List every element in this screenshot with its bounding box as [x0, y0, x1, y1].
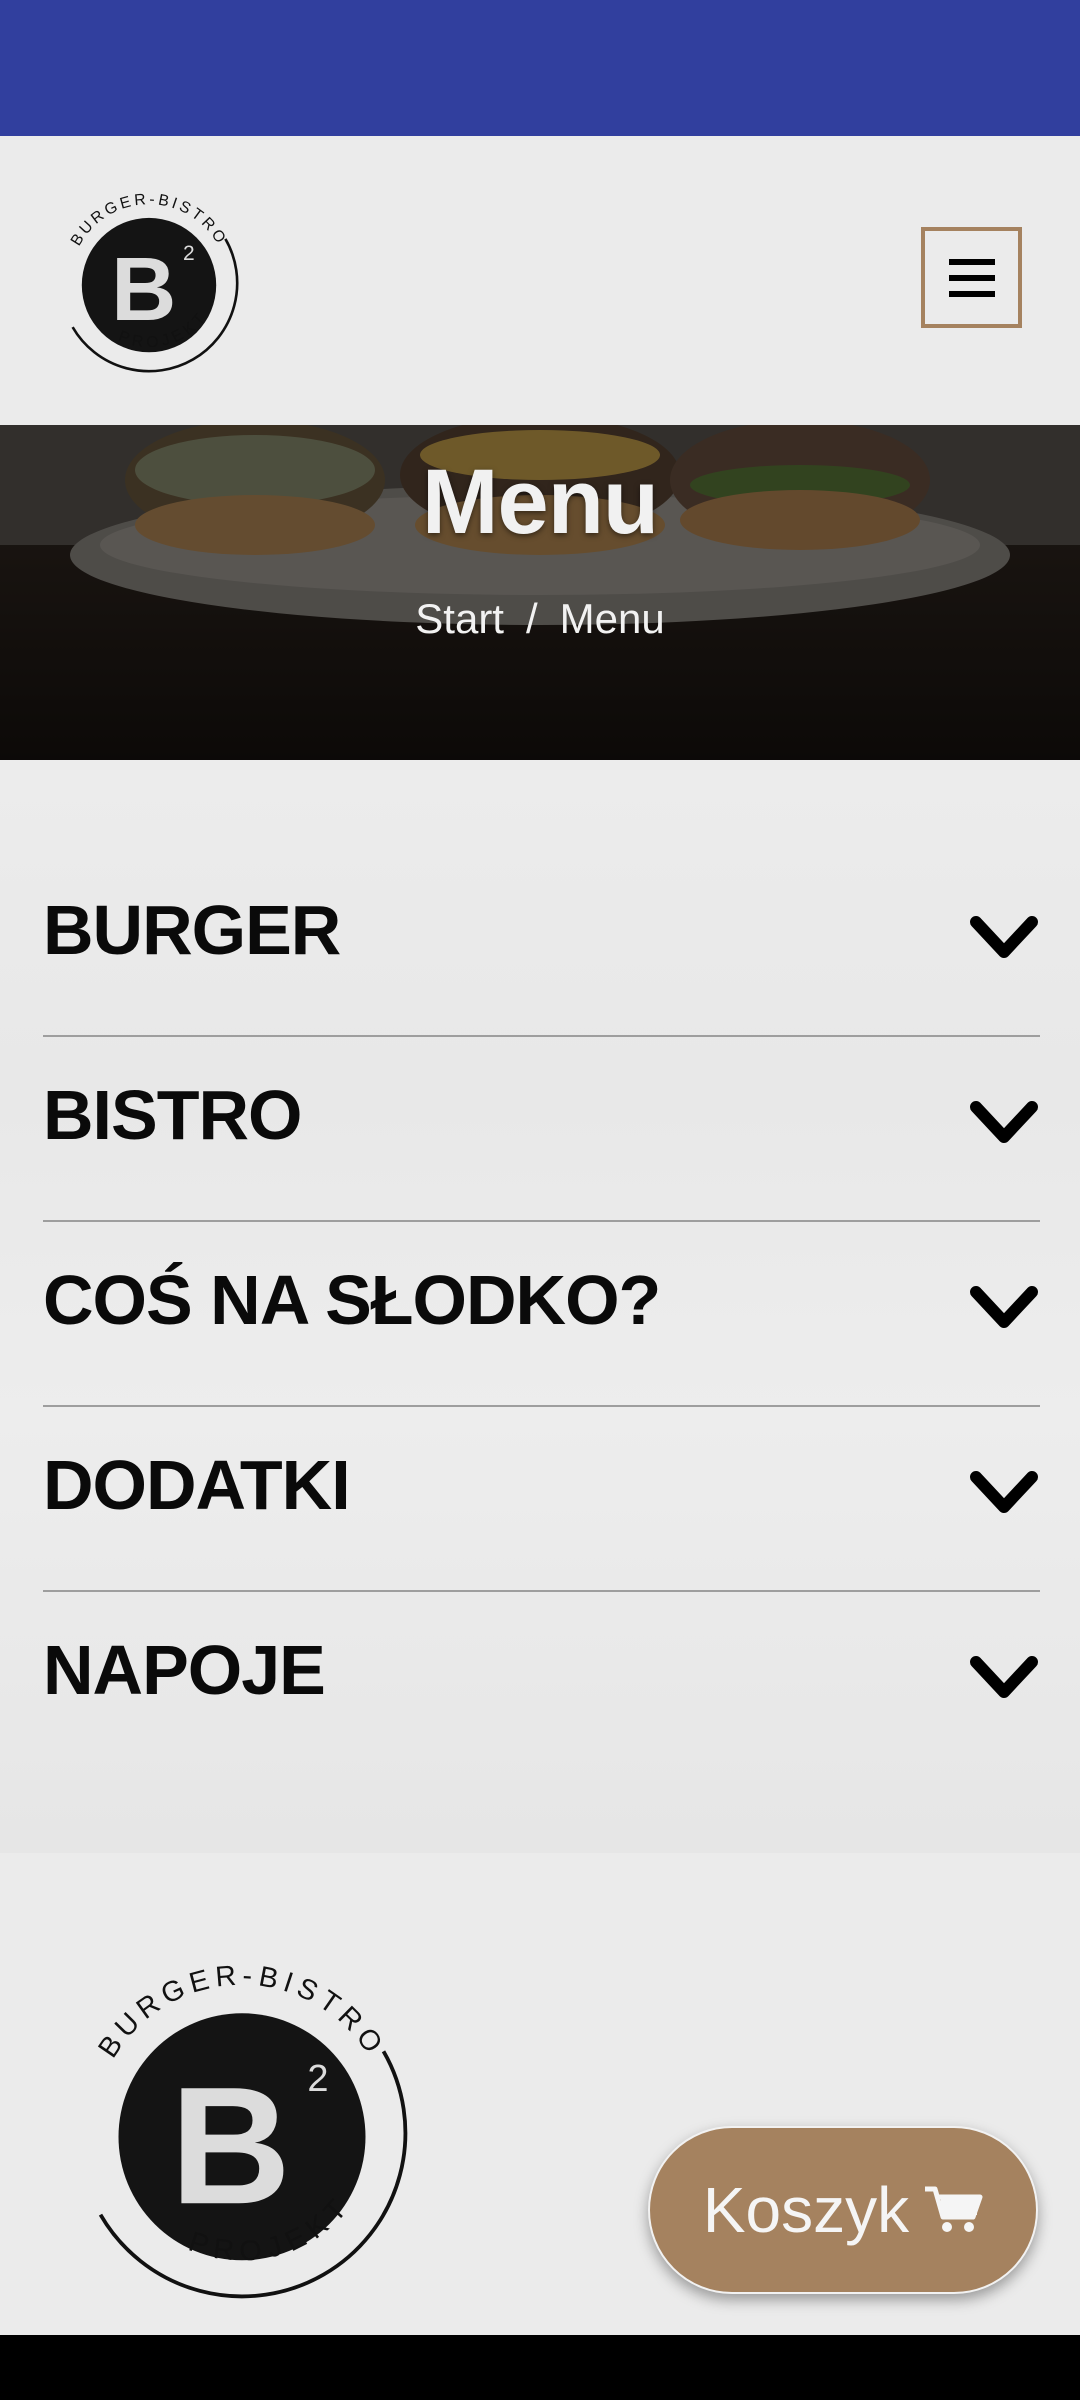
category-label: BURGER	[43, 891, 341, 969]
chevron-down-icon	[970, 1656, 1038, 1698]
svg-text:2: 2	[307, 2058, 328, 2100]
category-dodatki[interactable]: DODATKI	[43, 1407, 1040, 1592]
category-label: BISTRO	[43, 1076, 302, 1154]
breadcrumb-separator: /	[525, 595, 538, 642]
category-napoje[interactable]: NAPOJE	[43, 1592, 1040, 1777]
svg-text:B: B	[170, 2053, 291, 2239]
svg-text:2: 2	[183, 242, 195, 265]
breadcrumb-home-link[interactable]: Start	[415, 595, 504, 642]
chevron-down-icon	[970, 1286, 1038, 1328]
menu-toggle-button[interactable]	[921, 227, 1022, 328]
site-header: B 2 BURGER-BISTRO PROJEKT	[0, 136, 1080, 425]
category-label: NAPOJE	[43, 1631, 326, 1709]
footer-logo: B 2 BURGER-BISTRO PROJEKT	[92, 1959, 408, 2299]
menu-categories-section: BURGER BISTRO COŚ NA SŁODKO? DODATKI NAP…	[0, 760, 1080, 1853]
chevron-down-icon	[970, 1101, 1038, 1143]
system-navigation-bar	[0, 2335, 1080, 2400]
shopping-cart-icon	[925, 2186, 983, 2232]
hero-banner: Menu Start / Menu	[0, 425, 1080, 760]
site-logo[interactable]: B 2 BURGER-BISTRO PROJEKT	[44, 178, 254, 388]
page-title: Menu	[421, 451, 659, 553]
cart-button[interactable]: Koszyk	[648, 2126, 1038, 2294]
category-accordion: BURGER BISTRO COŚ NA SŁODKO? DODATKI NAP…	[43, 852, 1040, 1777]
status-bar	[0, 0, 1080, 136]
chevron-down-icon	[970, 1471, 1038, 1513]
breadcrumb: Start / Menu	[0, 595, 1080, 643]
category-label: COŚ NA SŁODKO?	[43, 1261, 661, 1339]
category-bistro[interactable]: BISTRO	[43, 1037, 1040, 1222]
cart-label: Koszyk	[702, 2174, 910, 2246]
category-cos-na-slodko[interactable]: COŚ NA SŁODKO?	[43, 1222, 1040, 1407]
chevron-down-icon	[970, 916, 1038, 958]
category-label: DODATKI	[43, 1446, 351, 1524]
svg-text:B: B	[111, 239, 176, 340]
hamburger-menu-icon	[948, 258, 995, 297]
category-burger[interactable]: BURGER	[43, 852, 1040, 1037]
breadcrumb-current: Menu	[559, 595, 665, 642]
